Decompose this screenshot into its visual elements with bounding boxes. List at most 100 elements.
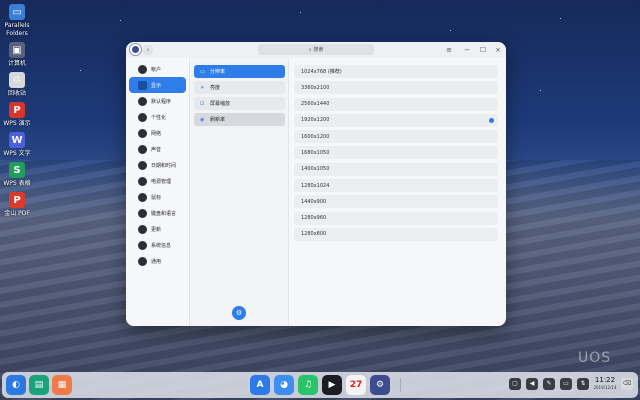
desktop-icon[interactable]: ♲ 回收站 [2, 72, 32, 98]
dock: 11:22 2019/12/14 ⌫ ◐ ▤ ▦ A ◕ ♫ ▶ 27 ⚙ ▢ ◀ ✎ ▭ ⇅ [2, 372, 638, 398]
resolution-label: 1024x768 (推荐) [301, 69, 342, 75]
resolution-option[interactable]: 1400x1050 [294, 162, 498, 176]
subnav-item[interactable]: ⊡ 屏幕缩放 [194, 97, 285, 110]
resolution-option[interactable]: 1600x1200 [294, 130, 498, 144]
minimize-button[interactable]: − [462, 45, 472, 55]
calendar-icon[interactable]: 27 [346, 375, 366, 395]
nav-item-display[interactable]: 显示 [129, 77, 186, 93]
subnav-item-label: 刷新率 [210, 117, 226, 123]
back-button[interactable]: ‹ [143, 45, 153, 55]
network-tray-icon[interactable]: ⇅ [577, 378, 589, 390]
desktop-icon[interactable]: S WPS 表格 [2, 162, 32, 188]
notification-icon[interactable]: ▢ [509, 378, 521, 390]
subnav-item[interactable]: ▭ 分辨率 [194, 65, 285, 78]
subnav-item[interactable]: ☀ 亮度 [194, 81, 285, 94]
resolution-option[interactable]: 1680x1050 [294, 146, 498, 160]
resolution-list: 1024x768 (推荐) 3360x2100 2560x1440 1920x1200… [290, 58, 506, 326]
volume-icon[interactable]: ◀ [526, 378, 538, 390]
wps-spreadsheet-icon: S [9, 162, 25, 178]
multitask-icon[interactable]: ▤ [29, 375, 49, 395]
settings-nav: 帐户显示默认程序个性化网络声音日期和时间电源管理鼠标 键盘和语言更新系统信息通用 [126, 58, 190, 326]
general-icon [138, 256, 147, 266]
nav-item-sound[interactable]: 声音 [129, 141, 186, 157]
nav-item-mouse[interactable]: 鼠标 [129, 189, 186, 205]
desktop-icon[interactable]: W WPS 文字 [2, 132, 32, 158]
nav-item-label: 日期和时间 [151, 162, 177, 169]
subnav-item-label: 亮度 [210, 85, 221, 91]
dock-trash-icon[interactable]: ⌫ [621, 378, 633, 390]
browser-icon[interactable]: ◕ [274, 375, 294, 395]
nav-item-label: 个性化 [151, 114, 167, 121]
titlebar: ‹ ⌕ 搜索 ≡ − ☐ × [126, 42, 506, 58]
subnav-item-label: 分辨率 [210, 69, 226, 75]
menu-button[interactable]: ≡ [444, 45, 454, 55]
nav-item-account[interactable]: 帐户 [129, 61, 186, 77]
refresh-rate-icon: ◉ [200, 116, 205, 123]
mouse-icon [138, 192, 147, 202]
nav-item-label: 更新 [151, 226, 162, 233]
resolution-option[interactable]: 1024x768 (推荐) [294, 65, 498, 78]
trash-icon: ♲ [9, 72, 25, 88]
nav-item-network[interactable]: 网络 [129, 125, 186, 141]
nav-item-label: 网络 [151, 130, 162, 137]
close-button[interactable]: × [493, 45, 503, 55]
pen-icon[interactable]: ✎ [543, 378, 555, 390]
power-icon [138, 176, 147, 186]
nav-item-label: 声音 [151, 146, 162, 153]
sound-icon [138, 144, 147, 154]
pdf-icon: P [9, 192, 25, 208]
resolution-option[interactable]: 2560x1440 [294, 97, 498, 111]
maximize-button[interactable]: ☐ [478, 45, 488, 55]
search-placeholder: 搜索 [313, 47, 324, 53]
search-icon: ⌕ [308, 46, 312, 53]
search-input[interactable]: ⌕ 搜索 [258, 44, 374, 55]
nav-item-label: 电源管理 [151, 178, 172, 185]
display-subnav: ▭ 分辨率 ☀ 亮度 ⊡ 屏幕缩放 ◉ 刷新率 ⚙ [191, 58, 289, 326]
resolution-option[interactable]: 1440x900 [294, 195, 498, 209]
resolution-option[interactable]: 1920x1200 [294, 113, 498, 127]
nav-item-default-apps[interactable]: 默认程序 [129, 93, 186, 109]
nav-item-label: 帐户 [151, 66, 162, 73]
resolution-label: 1280x960 [301, 215, 327, 222]
resolution-option[interactable]: 1280x1024 [294, 179, 498, 193]
desktop-icon-label: Parallels Folders [4, 22, 30, 37]
desktop-icon[interactable]: P 金山 PDF [2, 192, 32, 218]
nav-item-label: 通用 [151, 258, 162, 265]
settings-round-button[interactable]: ⚙ [232, 306, 246, 320]
desktop-icon-label: 回收站 [7, 90, 26, 97]
battery-icon[interactable]: ▭ [560, 378, 572, 390]
default-apps-icon [138, 96, 147, 106]
nav-item-system-info[interactable]: 系统信息 [129, 237, 186, 253]
check-icon [489, 117, 494, 123]
resolution-label: 1280x800 [301, 231, 327, 238]
resolution-option[interactable]: 1280x800 [294, 227, 498, 241]
workspace-icon[interactable]: ▦ [52, 375, 72, 395]
clock-icon [138, 160, 147, 170]
launcher-icon[interactable]: ◐ [6, 375, 26, 395]
nav-item-personalization[interactable]: 个性化 [129, 109, 186, 125]
resolution-option[interactable]: 3360x2100 [294, 81, 498, 95]
video-player-icon[interactable]: ▶ [322, 375, 342, 395]
desktop-icon[interactable]: P WPS 演示 [2, 102, 32, 128]
nav-item-update[interactable]: 更新 [129, 221, 186, 237]
control-center-icon[interactable]: ⚙ [370, 375, 390, 395]
nav-item-power[interactable]: 电源管理 [129, 173, 186, 189]
nav-item-clock[interactable]: 日期和时间 [129, 157, 186, 173]
uos-watermark: UOS [578, 350, 612, 366]
resolution-label: 2560x1440 [301, 101, 330, 108]
resolution-option[interactable]: 1280x960 [294, 211, 498, 225]
desktop-icon-label: WPS 演示 [3, 120, 31, 127]
music-icon[interactable]: ♫ [298, 375, 318, 395]
desktop-icon[interactable]: ▭ Parallels Folders [2, 4, 32, 38]
clock[interactable]: 11:22 2019/12/14 [592, 376, 618, 391]
subnav-item[interactable]: ◉ 刷新率 [194, 113, 285, 126]
desktop-icon-label: 金山 PDF [4, 210, 30, 217]
desktop-icon[interactable]: ▣ 计算机 [2, 42, 32, 68]
nav-item-label: 显示 [151, 82, 162, 89]
folder-icon: ▭ [9, 4, 25, 20]
app-store-icon[interactable]: A [250, 375, 270, 395]
nav-item-keyboard[interactable]: 键盘和语言 [129, 205, 186, 221]
resolution-label: 1400x1050 [301, 166, 330, 173]
nav-item-general[interactable]: 通用 [129, 253, 186, 269]
clock-date: 2019/12/14 [593, 385, 617, 390]
